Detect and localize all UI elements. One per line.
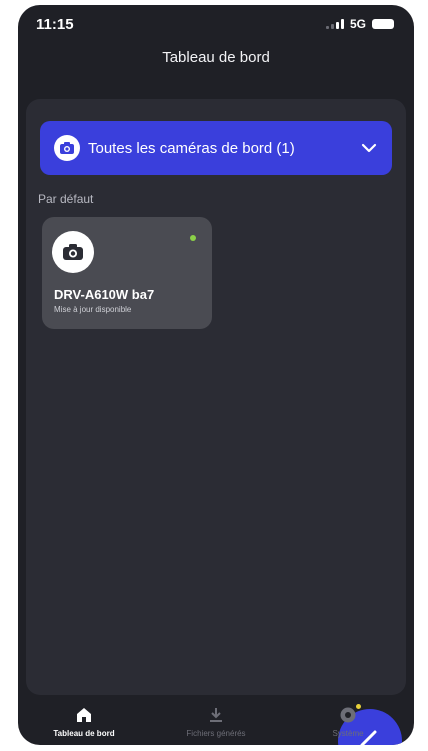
camera-selector-dropdown[interactable]: Toutes les caméras de bord (1) (40, 121, 392, 175)
camera-icon (54, 135, 80, 161)
status-indicators: 5G (325, 17, 394, 31)
page-title: Tableau de bord (162, 49, 270, 66)
camera-icon (52, 231, 94, 273)
device-card[interactable]: DRV-A610W ba7 Mise à jour disponible (42, 217, 212, 329)
bottom-navigation: Tableau de bord Fichiers générés Système (18, 697, 414, 745)
status-time: 11:15 (36, 16, 74, 33)
download-icon (206, 705, 226, 725)
nav-label: Fichiers générés (186, 729, 246, 738)
network-label: 5G (349, 17, 366, 31)
home-icon (74, 705, 94, 725)
settings-icon (338, 705, 358, 725)
online-status-dot (190, 235, 196, 241)
phone-screen: 11:15 5G Tableau de bord Toutes les camé… (18, 5, 414, 745)
status-bar: 11:15 5G (18, 5, 414, 39)
nav-label: Tableau de bord (53, 729, 115, 738)
dashboard-panel: Toutes les caméras de bord (1) Par défau… (26, 99, 406, 745)
battery-icon (372, 19, 394, 29)
device-name: DRV-A610W ba7 (54, 287, 155, 302)
notification-badge (356, 704, 361, 709)
chevron-down-icon (360, 139, 378, 157)
device-status: Mise à jour disponible (54, 305, 132, 314)
nav-item-dashboard[interactable]: Tableau de bord (18, 697, 150, 745)
nav-item-files[interactable]: Fichiers générés (150, 697, 282, 745)
signal-icon (325, 19, 344, 29)
nav-label: Système (332, 729, 364, 738)
section-label-default: Par défaut (38, 192, 94, 206)
camera-selector-label: Toutes les caméras de bord (1) (88, 139, 295, 157)
nav-item-system[interactable]: Système (282, 697, 414, 745)
